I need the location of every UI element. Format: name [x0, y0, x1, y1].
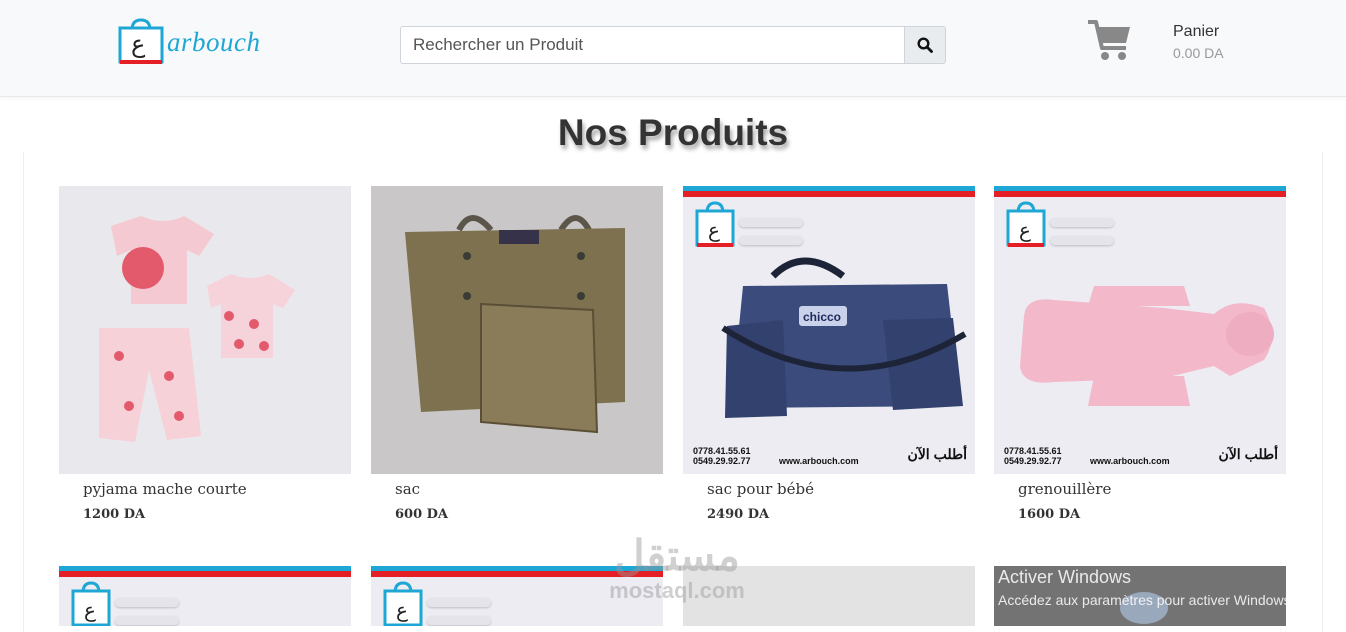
product-image-sac[interactable]: [371, 186, 663, 474]
windows-activation-subtitle: Accédez aux paramètres pour activer Wind…: [998, 592, 1295, 608]
logo-text: arbouch: [167, 26, 261, 57]
shopping-bag-logo-icon: ع: [71, 581, 111, 626]
watermark: مستقل mostaql.com: [592, 532, 762, 612]
instagram-icon: [1050, 218, 1114, 227]
ad-website: www.arbouch.com: [1090, 456, 1170, 466]
svg-text:ع: ع: [84, 600, 96, 622]
ad-phone-1: 0778.41.55.61: [1004, 446, 1062, 456]
shopping-bag-logo-icon: ع: [1006, 201, 1046, 247]
product-price: 1200 DA: [83, 507, 146, 522]
shopping-bag-logo-icon: ع: [695, 201, 735, 247]
cart-button[interactable]: [1086, 18, 1134, 64]
shopping-bag-logo-icon: ع: [117, 18, 165, 66]
search-button[interactable]: [904, 26, 946, 64]
product-image-pyjama[interactable]: [59, 186, 351, 474]
product-price: 2490 DA: [707, 507, 770, 522]
section-title: Nos Produits: [557, 112, 789, 153]
search-icon: [917, 37, 933, 53]
product-name[interactable]: pyjama mache courte: [83, 480, 247, 498]
bag-brand: chicco: [803, 310, 841, 324]
instagram-icon: [739, 218, 803, 227]
svg-text:ع: ع: [1019, 220, 1031, 242]
watermark-arabic: مستقل: [614, 532, 740, 579]
instagram-icon: [115, 598, 179, 607]
product-price: 1600 DA: [1018, 507, 1081, 522]
windows-activation-title: Activer Windows: [998, 567, 1132, 587]
shopping-bag-logo-icon: ع: [383, 581, 423, 626]
facebook-icon: [115, 616, 179, 625]
ad-cta: أطلب الآن: [907, 446, 967, 462]
ad-cta: أطلب الآن: [1218, 446, 1278, 462]
search-input[interactable]: [400, 26, 904, 64]
windows-activation-notice: Activer Windows Accédez aux paramètres p…: [998, 567, 1294, 608]
product-image-grenouillere[interactable]: ع 0778.41.55.61 0549.29.92.77 www.arbouc…: [994, 186, 1286, 474]
svg-text:ع: ع: [396, 600, 408, 622]
site-header: ع arbouch Panier 0.00 DA: [0, 0, 1346, 97]
product-name[interactable]: sac pour bébé: [707, 480, 814, 498]
ad-phone-1: 0778.41.55.61: [693, 446, 751, 456]
facebook-icon: [1050, 236, 1114, 245]
ad-phone-2: 0549.29.92.77: [693, 456, 751, 466]
instagram-icon: [427, 598, 491, 607]
ad-phone-2: 0549.29.92.77: [1004, 456, 1062, 466]
facebook-icon: [427, 616, 491, 625]
product-image-sac-bebe[interactable]: ع chicco 0778.41.55.61 0549.29.92.77 www…: [683, 186, 975, 474]
product-name[interactable]: grenouillère: [1018, 480, 1111, 498]
cart-total: 0.00 DA: [1173, 45, 1224, 61]
watermark-latin: mostaql.com: [609, 578, 745, 603]
search-bar: [400, 26, 946, 64]
site-logo[interactable]: ع arbouch: [117, 17, 297, 67]
svg-text:ع: ع: [708, 220, 720, 242]
shopping-cart-icon: [1088, 20, 1130, 60]
facebook-icon: [739, 236, 803, 245]
cart-label[interactable]: Panier: [1173, 23, 1219, 41]
product-name[interactable]: sac: [395, 480, 420, 498]
product-price: 600 DA: [395, 507, 449, 522]
logo-arabic-letter: ع: [131, 30, 146, 58]
product-image[interactable]: ع: [59, 566, 351, 626]
ad-website: www.arbouch.com: [779, 456, 859, 466]
